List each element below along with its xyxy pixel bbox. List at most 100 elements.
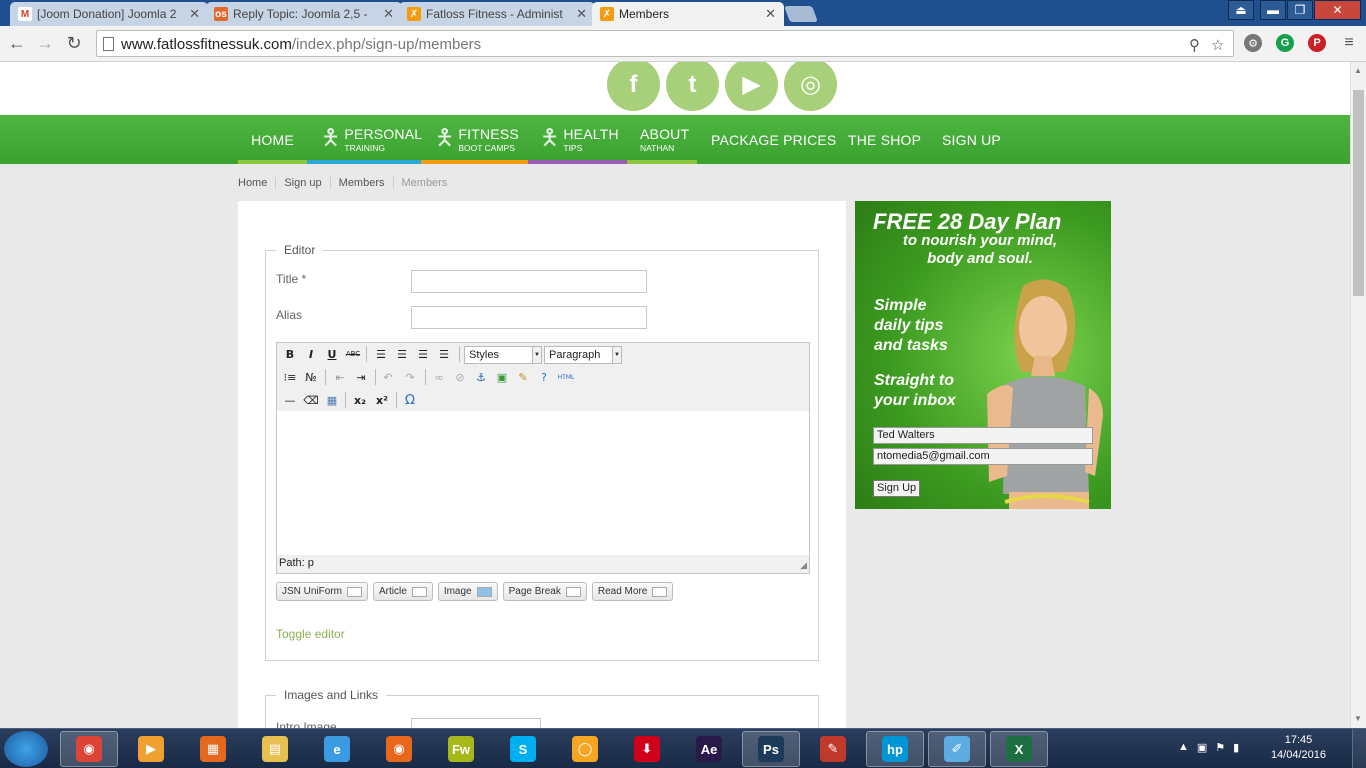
nav-about-nathan[interactable]: ABOUT NATHAN <box>627 115 697 164</box>
taskbar-app-chrome[interactable]: ◉ <box>60 731 118 767</box>
link-icon[interactable]: ∞ <box>430 368 448 386</box>
start-button[interactable] <box>4 731 48 767</box>
italic-icon[interactable]: I <box>302 345 320 363</box>
bookmark-star-icon[interactable]: ☆ <box>1211 36 1224 54</box>
taskbar-app-downloader[interactable]: ⬇ <box>618 731 676 767</box>
tray-expand-icon[interactable]: ▲ <box>1178 741 1189 754</box>
breadcrumb-members[interactable]: Members <box>329 177 393 189</box>
toggle-editor-link[interactable]: Toggle editor <box>276 627 345 641</box>
article-button[interactable]: Article <box>373 582 433 601</box>
align-right-icon[interactable]: ☰ <box>414 345 432 363</box>
nav-personal-training[interactable]: 🯅 PERSONAL TRAINING <box>307 115 422 164</box>
nav-fitness-boot-camps[interactable]: 🯅 FITNESS BOOT CAMPS <box>421 115 528 164</box>
browser-tab[interactable]: ✗ Fatloss Fitness - Administ ✕ <box>399 2 595 26</box>
undo-icon[interactable]: ↶ <box>379 368 397 386</box>
twitter-icon[interactable]: t <box>666 62 719 111</box>
html-source-icon[interactable]: HTML <box>557 368 575 386</box>
tray-network-icon[interactable]: ▮ <box>1233 741 1239 754</box>
paragraph-select[interactable]: Paragraph ▼ <box>544 346 622 364</box>
ad-signup-button[interactable]: Sign Up <box>873 480 921 497</box>
special-character-icon[interactable]: Ω <box>401 391 419 409</box>
outdent-icon[interactable]: ⇤ <box>331 368 349 386</box>
scroll-up-icon[interactable]: ▲ <box>1354 66 1362 75</box>
tray-flag-icon[interactable]: ⚑ <box>1215 741 1225 754</box>
horizontal-rule-icon[interactable]: — <box>281 391 299 409</box>
numbered-list-icon[interactable]: № <box>302 368 320 386</box>
reload-icon[interactable]: ↻ <box>63 32 85 54</box>
close-tab-icon[interactable]: ✕ <box>765 6 776 22</box>
align-left-icon[interactable]: ☰ <box>372 345 390 363</box>
breadcrumb-sign-up[interactable]: Sign up <box>275 177 329 189</box>
show-desktop-button[interactable] <box>1352 729 1366 768</box>
styles-select[interactable]: Styles ▼ <box>464 346 542 364</box>
instagram-icon[interactable]: ◎ <box>784 62 837 111</box>
subscript-icon[interactable]: x₂ <box>351 391 369 409</box>
bold-icon[interactable]: B <box>281 345 299 363</box>
taskbar-app-tool[interactable]: ✎ <box>804 731 862 767</box>
ad-email-input[interactable]: ntomedia5@gmail.com <box>873 448 1093 465</box>
youtube-icon[interactable]: ▶ <box>725 62 778 111</box>
close-tab-icon[interactable]: ✕ <box>189 6 200 22</box>
taskbar-app-photoshop[interactable]: Ps <box>742 731 800 767</box>
table-icon[interactable]: ▦ <box>323 391 341 409</box>
maximize-button[interactable]: ❐ <box>1287 0 1313 20</box>
grammarly-icon[interactable]: G <box>1276 34 1294 52</box>
close-window-button[interactable]: ✕ <box>1314 0 1361 20</box>
taskbar-app-circle-app[interactable]: ◯ <box>556 731 614 767</box>
taskbar-app-explorer[interactable]: ▤ <box>246 731 304 767</box>
zoom-icon[interactable]: ⚲ <box>1189 36 1200 54</box>
nav-the-shop[interactable]: THE SHOP <box>848 115 921 164</box>
scroll-down-icon[interactable]: ▼ <box>1354 714 1362 723</box>
pinterest-icon[interactable]: P <box>1308 34 1326 52</box>
align-justify-icon[interactable]: ☰ <box>435 345 453 363</box>
taskbar-app-fireworks[interactable]: Fw <box>432 731 490 767</box>
close-tab-icon[interactable]: ✕ <box>576 6 587 22</box>
intro-image-input[interactable] <box>411 718 541 728</box>
resize-handle-icon[interactable]: ◢ <box>800 560 807 571</box>
ad-name-input[interactable]: Ted Walters <box>873 427 1093 444</box>
browser-tab[interactable]: os Reply Topic: Joomla 2,5 - ✕ <box>206 2 402 26</box>
page-break-button[interactable]: Page Break <box>502 582 587 601</box>
underline-icon[interactable]: U <box>323 345 341 363</box>
browser-tab[interactable]: M [Joom Donation] Joomla 2 ✕ <box>10 2 208 26</box>
taskbar-app-office[interactable]: ▦ <box>184 731 242 767</box>
facebook-icon[interactable]: f <box>607 62 660 111</box>
taskbar-app-aftereffects[interactable]: Ae <box>680 731 738 767</box>
image-button[interactable]: Image <box>437 582 498 601</box>
minimize-button[interactable]: ▬ <box>1260 0 1286 20</box>
jsn-uniform-button[interactable]: JSN UniForm <box>276 582 369 601</box>
tray-device-icon[interactable]: ▣ <box>1197 741 1207 754</box>
title-input[interactable] <box>411 270 647 293</box>
anchor-icon[interactable]: ⚓ <box>472 368 490 386</box>
bullet-list-icon[interactable]: ⁝≡ <box>281 368 299 386</box>
menu-icon[interactable]: ≡ <box>1338 32 1360 54</box>
superscript-icon[interactable]: x² <box>373 391 391 409</box>
forward-icon[interactable]: → <box>34 32 56 54</box>
nav-health-tips[interactable]: 🯅 HEALTH TIPS <box>528 115 627 164</box>
strikethrough-icon[interactable]: ABC <box>344 345 362 363</box>
new-tab-button[interactable] <box>784 6 818 22</box>
taskbar-app-skype[interactable]: S <box>494 731 552 767</box>
read-more-button[interactable]: Read More <box>591 582 674 601</box>
nav-sign-up[interactable]: SIGN UP <box>942 115 1001 164</box>
insert-image-icon[interactable]: ▣ <box>493 368 511 386</box>
address-bar[interactable]: www.fatlossfitnessuk.com/index.php/sign-… <box>96 30 1234 57</box>
back-icon[interactable]: ← <box>6 32 28 54</box>
user-icon[interactable]: ⏏ <box>1228 0 1254 20</box>
taskbar-app-ie[interactable]: e <box>308 731 366 767</box>
cleanup-icon[interactable]: ✎ <box>514 368 532 386</box>
breadcrumb-home[interactable]: Home <box>238 177 275 189</box>
remove-format-icon[interactable]: ⌫ <box>302 391 320 409</box>
taskbar-app-hp[interactable]: hp <box>866 731 924 767</box>
page-scrollbar[interactable]: ▲ ▼ <box>1350 62 1366 728</box>
taskbar-app-excel[interactable]: X <box>990 731 1048 767</box>
redo-icon[interactable]: ↷ <box>401 368 419 386</box>
extension-film-icon[interactable]: ⚙ <box>1244 34 1262 52</box>
align-center-icon[interactable]: ☰ <box>393 345 411 363</box>
taskbar-app-notes[interactable]: ✐ <box>928 731 986 767</box>
unlink-icon[interactable]: ⊘ <box>451 368 469 386</box>
alias-input[interactable] <box>411 306 647 329</box>
browser-tab-active[interactable]: ✗ Members ✕ <box>592 2 784 26</box>
scrollbar-thumb[interactable] <box>1353 90 1364 296</box>
taskbar-app-firefox[interactable]: ◉ <box>370 731 428 767</box>
